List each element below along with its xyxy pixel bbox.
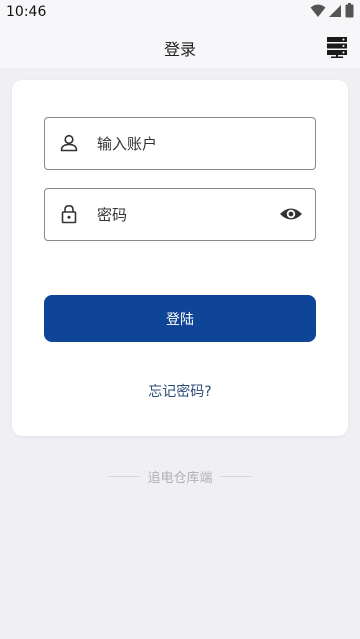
server-icon (326, 37, 348, 62)
account-label: 输入账户 (97, 135, 158, 153)
battery-icon (345, 2, 354, 22)
footer-text: 追电仓库端 (147, 471, 213, 486)
login-button[interactable]: 登陆 (44, 295, 316, 342)
nav-bar: 登录 (0, 24, 360, 68)
login-button-label: 登陆 (166, 311, 194, 328)
wifi-icon (310, 3, 326, 22)
password-label: 密码 (97, 206, 128, 224)
status-bar: 10:46 (0, 0, 360, 24)
login-card: 输入账户 密码 登陆 忘记密码? (12, 80, 348, 436)
footer-divider-left (108, 476, 140, 477)
footer: 追电仓库端 (108, 467, 253, 486)
eye-icon[interactable] (279, 204, 303, 224)
server-settings-button[interactable] (326, 36, 348, 58)
footer-divider-right (220, 476, 253, 477)
lock-icon (59, 204, 79, 224)
signal-icon (329, 3, 342, 22)
password-field[interactable]: 密码 (44, 188, 316, 241)
account-field[interactable]: 输入账户 (44, 117, 316, 170)
page-title: 登录 (163, 40, 196, 59)
user-icon (59, 133, 79, 153)
status-time: 10:46 (6, 4, 47, 20)
status-icons (310, 2, 354, 22)
forgot-password-link[interactable]: 忘记密码? (12, 381, 348, 401)
